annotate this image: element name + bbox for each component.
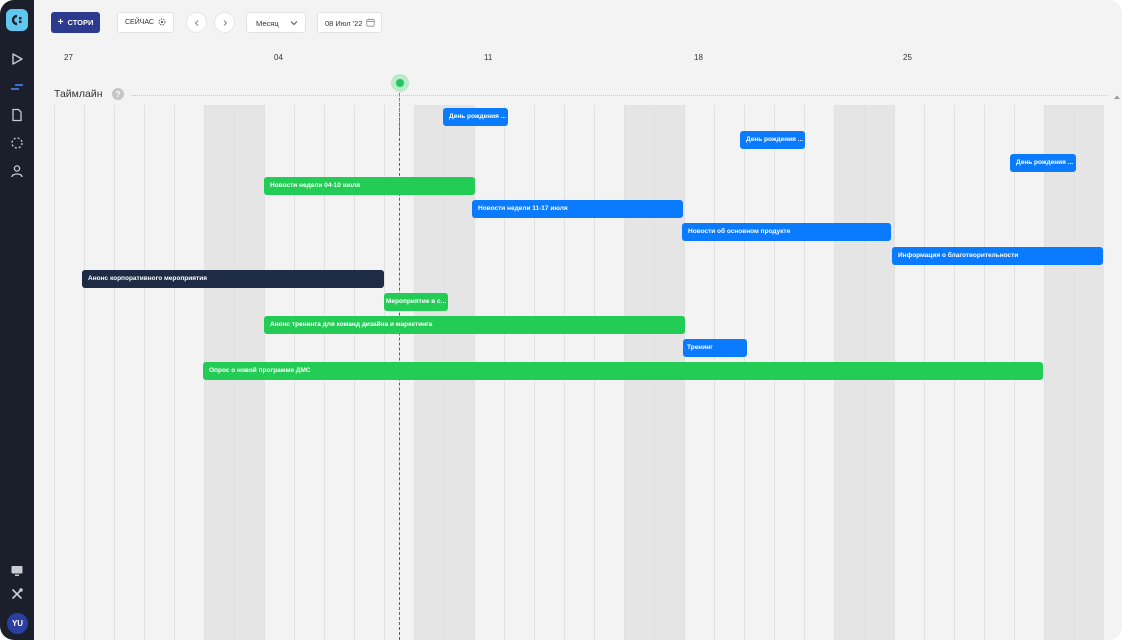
add-story-button[interactable]: + СТОРИ (51, 12, 100, 33)
dashed-circle-icon[interactable] (9, 135, 25, 151)
day-column (174, 105, 204, 640)
event-label: Анонс корпоративного мероприятия (88, 275, 208, 282)
event-bar[interactable]: Анонс корпоративного мероприятия (82, 270, 384, 288)
chevron-down-icon (289, 18, 299, 30)
avatar-initials: YU (11, 619, 24, 628)
timeline-icon[interactable] (9, 79, 25, 95)
target-icon (158, 18, 166, 28)
plus-icon: + (57, 16, 64, 28)
document-icon[interactable] (9, 107, 25, 123)
week-label: 18 (694, 53, 703, 62)
scroll-up-icon[interactable] (1113, 87, 1121, 105)
chevron-left-icon (193, 14, 201, 32)
event-bar[interactable]: Мероприятие в с... (384, 293, 448, 311)
tools-icon[interactable] (9, 586, 25, 602)
week-label: 27 (64, 53, 73, 62)
week-label: 04 (274, 53, 283, 62)
event-label: День рождения ... (449, 113, 507, 120)
event-label: День рождения ... (746, 136, 804, 143)
event-bar[interactable]: Новости недели 04-10 июля (264, 177, 475, 195)
now-button[interactable]: СЕЙЧАС (117, 12, 174, 33)
day-column (144, 105, 174, 640)
app-window: YU + СТОРИ СЕЙЧАС Месяц 08 Июл '22 27 04… (0, 0, 1122, 640)
day-column (1074, 105, 1104, 640)
event-label: День рождения ... (1016, 159, 1074, 166)
date-picker[interactable]: 08 Июл '22 (317, 12, 382, 33)
add-story-label: СТОРИ (67, 18, 94, 27)
event-label: Новости недели 04-10 июля (270, 182, 361, 189)
user-icon[interactable] (9, 163, 25, 179)
event-bar[interactable]: Тренинг (683, 339, 747, 357)
week-label: 11 (484, 53, 493, 62)
period-select[interactable]: Месяц (246, 12, 306, 33)
event-label: Опрос о новой программе ДМС (209, 367, 311, 374)
event-label: Анонс тренинга для команд дизайна и марк… (270, 321, 433, 328)
event-label: Новости об основном продукте (688, 228, 791, 235)
event-label: Тренинг (687, 344, 713, 351)
today-marker[interactable] (396, 79, 404, 87)
date-picker-value: 08 Июл '22 (325, 19, 363, 28)
event-bar[interactable]: Опрос о новой программе ДМС (203, 362, 1043, 380)
prev-period-button[interactable] (186, 12, 207, 33)
toolbar: + СТОРИ СЕЙЧАС Месяц 08 Июл '22 (34, 0, 1122, 46)
event-label: Новости недели 11-17 июля (478, 205, 568, 212)
timeline-title: Таймлайн (54, 88, 103, 100)
event-bar[interactable]: День рождения ... (1010, 154, 1076, 172)
avatar[interactable]: YU (7, 613, 28, 634)
play-icon[interactable] (9, 51, 25, 67)
event-bar[interactable]: Новости об основном продукте (682, 223, 891, 241)
event-label: Информация о благотворительности (898, 252, 1019, 259)
event-bar[interactable]: Анонс тренинга для команд дизайна и марк… (264, 316, 685, 334)
calendar-icon (366, 18, 375, 29)
day-column (84, 105, 114, 640)
event-bar[interactable]: День рождения ... (740, 131, 805, 149)
header-divider (132, 95, 1108, 96)
day-column (1044, 105, 1074, 640)
help-icon[interactable]: ? (112, 88, 124, 100)
event-bar[interactable]: День рождения ... (443, 108, 508, 126)
now-label: СЕЙЧАС (125, 19, 154, 26)
day-column (54, 105, 84, 640)
app-logo-icon[interactable] (6, 9, 28, 31)
next-period-button[interactable] (214, 12, 235, 33)
chevron-right-icon (221, 14, 229, 32)
event-bar[interactable]: Информация о благотворительности (892, 247, 1103, 265)
sidebar: YU (0, 0, 34, 640)
event-label: Мероприятие в с... (386, 298, 447, 305)
week-label: 25 (903, 53, 912, 62)
event-bar[interactable]: Новости недели 11-17 июля (472, 200, 683, 218)
monitor-icon[interactable] (9, 563, 25, 579)
day-column (114, 105, 144, 640)
period-select-value: Месяц (256, 19, 279, 28)
